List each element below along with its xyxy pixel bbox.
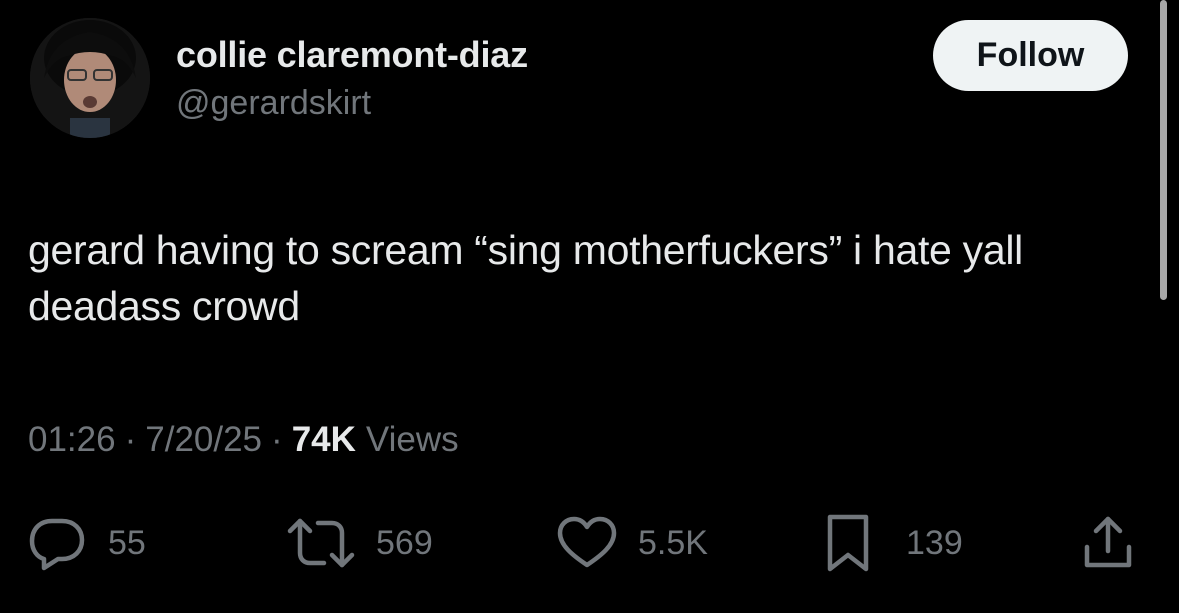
reply-button[interactable]: 55 [28,508,146,578]
follow-button[interactable]: Follow [933,20,1128,91]
like-count: 5.5K [638,523,708,562]
bookmark-icon [824,513,872,573]
reply-count: 55 [108,523,146,562]
views-count[interactable]: 74K [292,420,356,460]
meta-separator: · [271,420,283,459]
repost-count: 569 [376,523,433,562]
display-name[interactable]: collie claremont-diaz [176,34,528,76]
tweet-text: gerard having to scream “sing motherfuck… [28,227,1023,329]
tweet-card: collie claremont-diaz @gerardskirt Follo… [0,0,1179,613]
heart-icon [556,515,618,571]
avatar-image [30,18,150,138]
user-handle[interactable]: @gerardskirt [176,84,371,123]
tweet-date[interactable]: 7/20/25 [145,420,262,460]
scrollbar[interactable] [1160,0,1167,300]
repost-button[interactable]: 569 [286,508,433,578]
repost-icon [286,515,356,571]
avatar[interactable] [30,18,150,138]
views-label[interactable]: Views [366,420,459,460]
action-bar: 55 569 5.5K 139 [0,508,1179,578]
share-button[interactable] [1082,508,1134,578]
tweet-meta: 01:26 · 7/20/25 · 74K Views [28,420,459,460]
bookmark-count: 139 [906,523,963,562]
bookmark-button[interactable]: 139 [824,508,963,578]
like-button[interactable]: 5.5K [556,508,708,578]
meta-separator: · [124,420,137,459]
share-icon [1082,515,1134,571]
tweet-time[interactable]: 01:26 [28,420,116,460]
reply-icon [28,515,86,571]
